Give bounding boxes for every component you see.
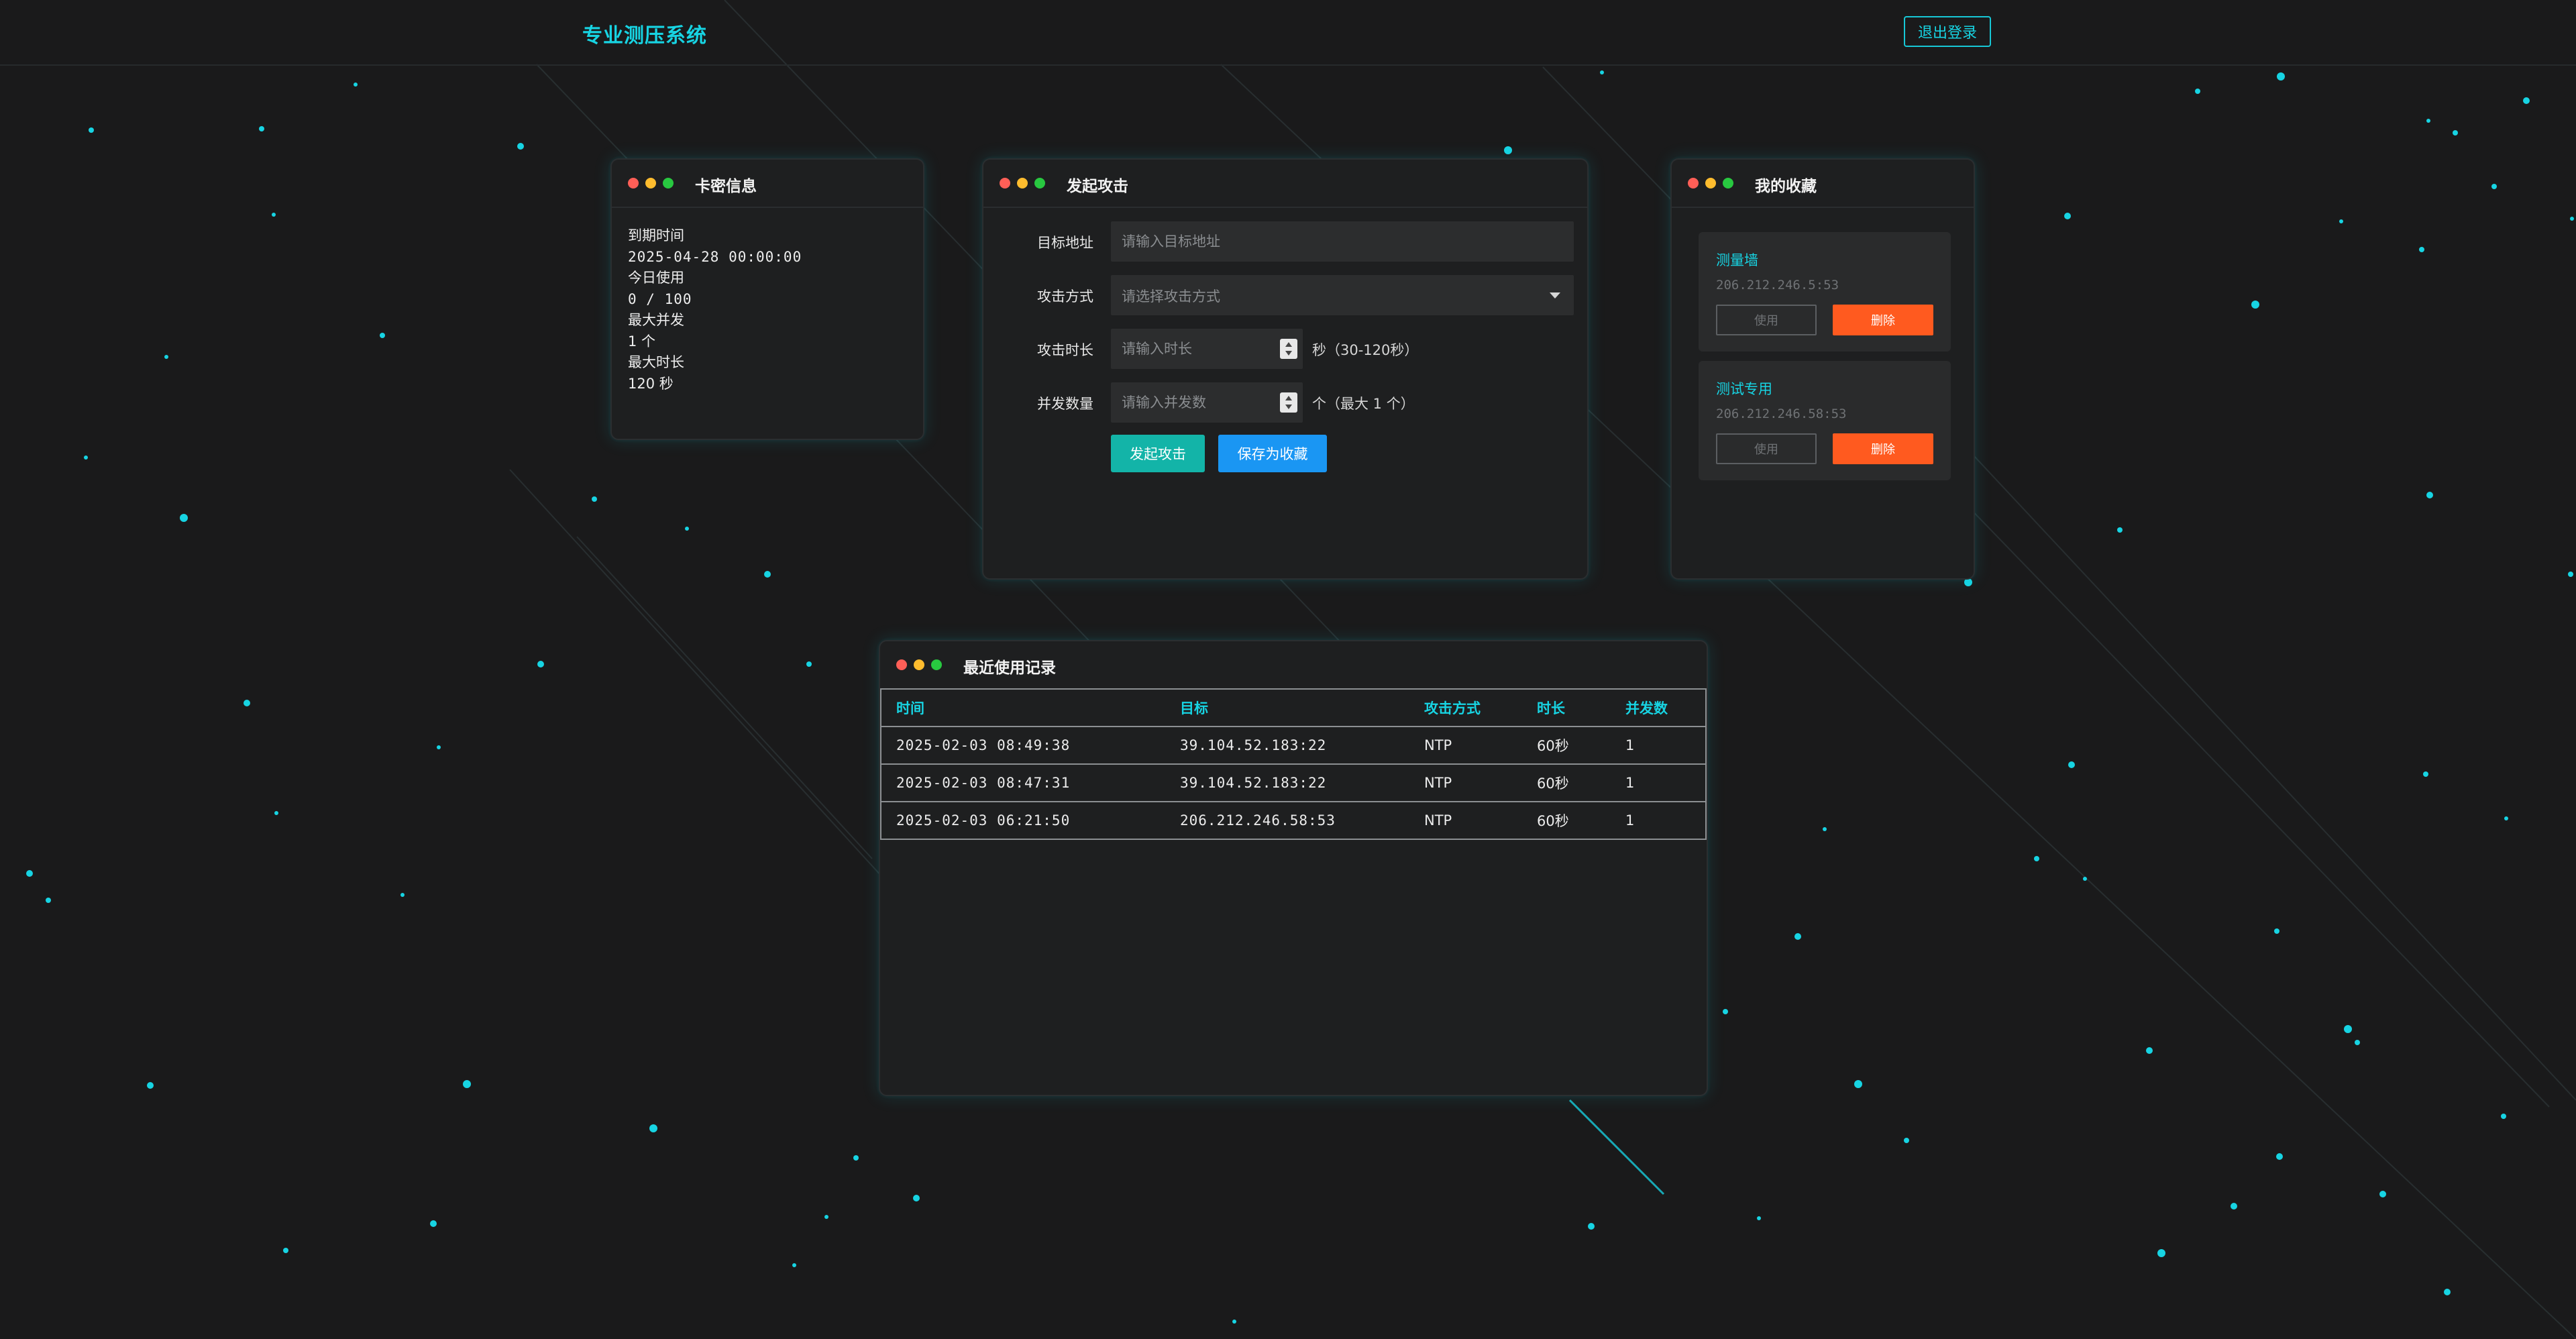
recent-records-panel: 最近使用记录 时间 目标 攻击方式 时长 并发数 2025-02-03 08:4… bbox=[879, 640, 1708, 1096]
panel-header: 发起攻击 bbox=[983, 160, 1587, 208]
cell-time: 2025-02-03 08:47:31 bbox=[880, 763, 1165, 802]
start-attack-button[interactable]: 发起攻击 bbox=[1111, 435, 1205, 472]
duration-spinner-icon[interactable] bbox=[1280, 339, 1297, 359]
spinner-up-icon[interactable] bbox=[1285, 342, 1292, 347]
panel-header: 最近使用记录 bbox=[880, 641, 1707, 690]
panel-title: 发起攻击 bbox=[1067, 178, 1128, 195]
favorite-delete-button[interactable]: 删除 bbox=[1833, 433, 1933, 464]
table-row: 2025-02-03 08:47:31 39.104.52.183:22 NTP… bbox=[880, 763, 1707, 802]
target-input[interactable] bbox=[1111, 221, 1574, 262]
favorite-delete-button[interactable]: 删除 bbox=[1833, 305, 1933, 335]
cell-time: 2025-02-03 06:21:50 bbox=[880, 801, 1165, 840]
cell-method: NTP bbox=[1409, 726, 1522, 765]
red-dot-icon bbox=[896, 659, 907, 670]
spinner-up-icon[interactable] bbox=[1285, 396, 1292, 400]
spinner-down-icon[interactable] bbox=[1285, 405, 1292, 409]
method-placeholder: 请选择攻击方式 bbox=[1122, 288, 1220, 305]
favorite-name: 测试专用 bbox=[1716, 381, 1772, 397]
today-usage-label: 今日使用 bbox=[628, 270, 684, 286]
green-dot-icon bbox=[663, 178, 674, 189]
cell-target: 206.212.246.58:53 bbox=[1165, 801, 1409, 840]
green-dot-icon bbox=[1034, 178, 1045, 189]
favorite-use-button[interactable]: 使用 bbox=[1716, 305, 1817, 335]
max-concurrent-value: 1 个 bbox=[628, 333, 656, 350]
max-concurrent-label: 最大并发 bbox=[628, 312, 684, 328]
concurrent-spinner-icon[interactable] bbox=[1280, 392, 1297, 413]
favorite-item: 测试专用 206.212.246.58:53 使用 删除 bbox=[1699, 361, 1951, 480]
panel-title: 卡密信息 bbox=[695, 178, 757, 195]
cell-target: 39.104.52.183:22 bbox=[1165, 763, 1409, 802]
cell-time: 2025-02-03 08:49:38 bbox=[880, 726, 1165, 765]
table-row: 2025-02-03 06:21:50 206.212.246.58:53 NT… bbox=[880, 801, 1707, 840]
column-header-concurrent: 并发数 bbox=[1611, 688, 1707, 727]
expire-label: 到期时间 bbox=[628, 227, 684, 244]
cell-duration: 60秒 bbox=[1522, 801, 1611, 840]
window-dots bbox=[628, 178, 674, 189]
cell-method: NTP bbox=[1409, 801, 1522, 840]
method-row: 攻击方式 请选择攻击方式 bbox=[983, 275, 1590, 315]
favorite-use-button[interactable]: 使用 bbox=[1716, 433, 1817, 464]
caret-down-icon[interactable] bbox=[1550, 292, 1560, 299]
concurrent-input[interactable] bbox=[1111, 382, 1303, 423]
panel-title: 最近使用记录 bbox=[963, 659, 1056, 677]
window-dots bbox=[1000, 178, 1045, 189]
table-header-row: 时间 目标 攻击方式 时长 并发数 bbox=[880, 688, 1707, 727]
duration-input[interactable] bbox=[1111, 329, 1303, 369]
card-info-panel: 卡密信息 到期时间 2025-04-28 00:00:00 今日使用 0 / 1… bbox=[610, 158, 924, 440]
spinner-down-icon[interactable] bbox=[1285, 351, 1292, 356]
panel-title: 我的收藏 bbox=[1755, 178, 1817, 195]
yellow-dot-icon bbox=[645, 178, 656, 189]
red-dot-icon bbox=[628, 178, 639, 189]
yellow-dot-icon bbox=[1017, 178, 1028, 189]
max-duration-label: 最大时长 bbox=[628, 354, 684, 370]
column-header-time: 时间 bbox=[880, 688, 1165, 727]
window-dots bbox=[896, 659, 942, 670]
favorite-item: 测量墙 206.212.246.5:53 使用 删除 bbox=[1699, 232, 1951, 352]
cell-concurrent: 1 bbox=[1611, 726, 1707, 765]
cell-concurrent: 1 bbox=[1611, 763, 1707, 802]
duration-row: 攻击时长 秒（30-120秒） bbox=[983, 329, 1590, 369]
column-header-duration: 时长 bbox=[1522, 688, 1611, 727]
expire-value: 2025-04-28 00:00:00 bbox=[628, 248, 802, 265]
yellow-dot-icon bbox=[914, 659, 924, 670]
top-bar: 专业测压系统 退出登录 bbox=[0, 0, 2576, 66]
attack-panel: 发起攻击 目标地址 攻击方式 请选择攻击方式 攻击时长 秒（30-120秒） 并… bbox=[982, 158, 1589, 580]
concurrent-unit: 个（最大 1 个） bbox=[1312, 396, 1415, 412]
column-header-method: 攻击方式 bbox=[1409, 688, 1522, 727]
green-dot-icon bbox=[931, 659, 942, 670]
column-header-target: 目标 bbox=[1165, 688, 1409, 727]
records-table: 时间 目标 攻击方式 时长 并发数 2025-02-03 08:49:38 39… bbox=[880, 688, 1707, 840]
cell-method: NTP bbox=[1409, 763, 1522, 802]
cell-target: 39.104.52.183:22 bbox=[1165, 726, 1409, 765]
cell-concurrent: 1 bbox=[1611, 801, 1707, 840]
red-dot-icon bbox=[1688, 178, 1699, 189]
yellow-dot-icon bbox=[1705, 178, 1716, 189]
favorite-target: 206.212.246.5:53 bbox=[1716, 278, 1839, 292]
favorite-name: 测量墙 bbox=[1716, 252, 1758, 268]
logout-button[interactable]: 退出登录 bbox=[1904, 16, 1991, 47]
window-dots bbox=[1688, 178, 1733, 189]
panel-header: 卡密信息 bbox=[612, 160, 923, 208]
target-row: 目标地址 bbox=[983, 221, 1590, 262]
cell-duration: 60秒 bbox=[1522, 726, 1611, 765]
concurrent-row: 并发数量 个（最大 1 个） bbox=[983, 382, 1590, 423]
panel-header: 我的收藏 bbox=[1672, 160, 1974, 208]
duration-unit: 秒（30-120秒） bbox=[1312, 342, 1419, 358]
today-usage-value: 0 / 100 bbox=[628, 290, 692, 307]
app-title: 专业测压系统 bbox=[582, 24, 707, 48]
red-dot-icon bbox=[1000, 178, 1010, 189]
cell-duration: 60秒 bbox=[1522, 763, 1611, 802]
card-info-body: 到期时间 2025-04-28 00:00:00 今日使用 0 / 100 最大… bbox=[612, 208, 923, 394]
max-duration-value: 120 秒 bbox=[628, 375, 674, 392]
save-favorite-button[interactable]: 保存为收藏 bbox=[1218, 435, 1327, 472]
favorites-panel: 我的收藏 测量墙 206.212.246.5:53 使用 删除 测试专用 206… bbox=[1670, 158, 1975, 580]
table-row: 2025-02-03 08:49:38 39.104.52.183:22 NTP… bbox=[880, 726, 1707, 765]
green-dot-icon bbox=[1723, 178, 1733, 189]
favorite-target: 206.212.246.58:53 bbox=[1716, 407, 1847, 421]
method-select[interactable]: 请选择攻击方式 bbox=[1111, 275, 1574, 315]
